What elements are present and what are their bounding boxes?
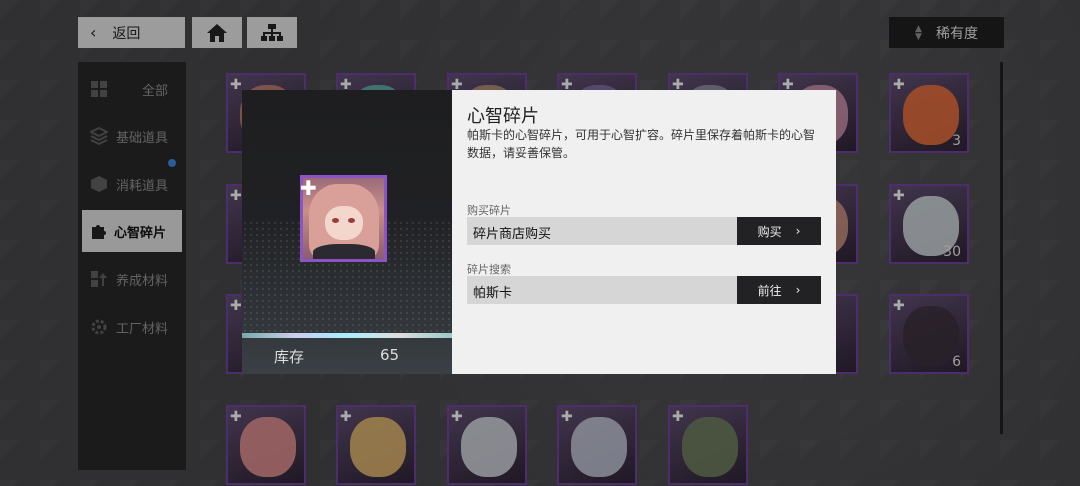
stock-value: 65 bbox=[380, 346, 400, 364]
buy-section-label: 购买碎片 bbox=[467, 204, 511, 217]
chevron-right-icon: › bbox=[795, 283, 801, 297]
search-source-text: 帕斯卡 bbox=[473, 286, 513, 301]
buy-source-text: 碎片商店购买 bbox=[473, 227, 552, 242]
chevron-right-icon: › bbox=[795, 224, 801, 238]
puzzle-icon: ✚ bbox=[300, 176, 317, 200]
item-detail-panel: 心智碎片 帕斯卡的心智碎片，可用于心智扩容。碎片里保存着帕斯卡的心智数据，请妥善… bbox=[452, 90, 836, 374]
goto-button[interactable]: 前往 › bbox=[737, 276, 821, 304]
item-title: 心智碎片 bbox=[467, 106, 539, 127]
buy-row: 碎片商店购买 购买 › bbox=[467, 217, 821, 245]
buy-button-label: 购买 bbox=[757, 224, 782, 239]
search-row: 帕斯卡 前往 › bbox=[467, 276, 821, 304]
holo-strip bbox=[242, 333, 452, 338]
item-description: 帕斯卡的心智碎片，可用于心智扩容。碎片里保存着帕斯卡的心智数据，请妥善保管。 bbox=[467, 128, 816, 160]
goto-button-label: 前往 bbox=[757, 283, 782, 298]
buy-button[interactable]: 购买 › bbox=[737, 217, 821, 245]
item-preview-panel: ✚ 库存 65 bbox=[242, 90, 452, 374]
stock-label: 库存 bbox=[274, 348, 305, 366]
search-section-label: 碎片搜索 bbox=[467, 263, 511, 276]
